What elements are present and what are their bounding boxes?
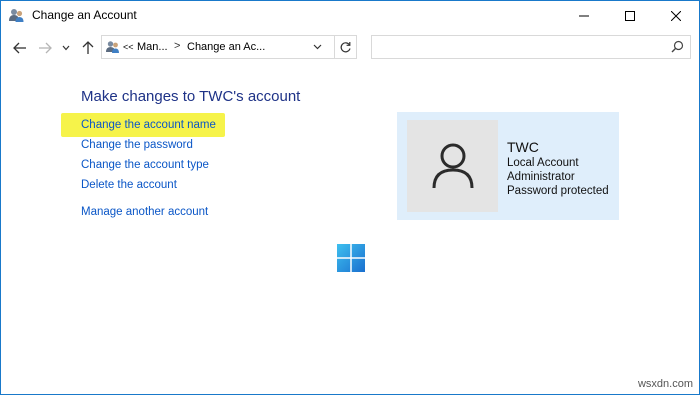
avatar xyxy=(407,120,498,212)
delete-account-link[interactable]: Delete the account xyxy=(81,179,177,191)
maximize-icon xyxy=(625,10,635,21)
forward-button[interactable] xyxy=(35,38,55,58)
window-title: Change an Account xyxy=(32,8,137,22)
refresh-button[interactable] xyxy=(334,35,357,59)
refresh-icon xyxy=(340,41,351,52)
maximize-button[interactable] xyxy=(607,1,653,30)
watermark-text: wsxdn.com xyxy=(637,378,693,390)
minimize-icon xyxy=(579,15,589,16)
close-icon xyxy=(671,10,681,21)
breadcrumb-change-account[interactable]: Change an Ac... xyxy=(187,41,265,53)
recent-locations-button[interactable] xyxy=(59,38,73,58)
search-input[interactable] xyxy=(371,35,691,59)
back-button[interactable] xyxy=(10,38,30,58)
account-role: Administrator xyxy=(507,171,575,183)
breadcrumb-separator[interactable]: > xyxy=(174,40,180,52)
windows-logo-icon xyxy=(337,244,365,272)
window: Change an Account << Man... > Change an … xyxy=(0,0,700,395)
address-overflow[interactable]: << xyxy=(123,42,134,52)
user-avatar-icon xyxy=(432,143,473,189)
title-bar: Change an Account xyxy=(1,1,699,30)
address-dropdown-button[interactable] xyxy=(306,35,328,59)
page-heading: Make changes to TWC's account xyxy=(81,88,301,105)
change-account-name-link[interactable]: Change the account name xyxy=(81,119,216,131)
chevron-down-icon xyxy=(313,44,321,50)
search-icon[interactable] xyxy=(671,40,684,53)
account-name: TWC xyxy=(507,139,539,155)
forward-arrow-icon xyxy=(39,42,52,54)
minimize-button[interactable] xyxy=(561,1,607,30)
manage-another-account-link[interactable]: Manage another account xyxy=(81,206,208,218)
back-arrow-icon xyxy=(13,42,26,54)
account-status: Password protected xyxy=(507,185,609,197)
close-button[interactable] xyxy=(653,1,699,30)
up-button[interactable] xyxy=(78,38,98,58)
account-type: Local Account xyxy=(507,157,579,169)
users-location-icon xyxy=(106,41,119,53)
change-password-link[interactable]: Change the password xyxy=(81,139,193,151)
breadcrumb-manage[interactable]: Man... xyxy=(137,41,168,53)
users-app-icon xyxy=(9,9,24,22)
change-account-type-link[interactable]: Change the account type xyxy=(81,159,209,171)
up-arrow-icon xyxy=(82,41,94,54)
chevron-down-icon xyxy=(62,45,70,51)
